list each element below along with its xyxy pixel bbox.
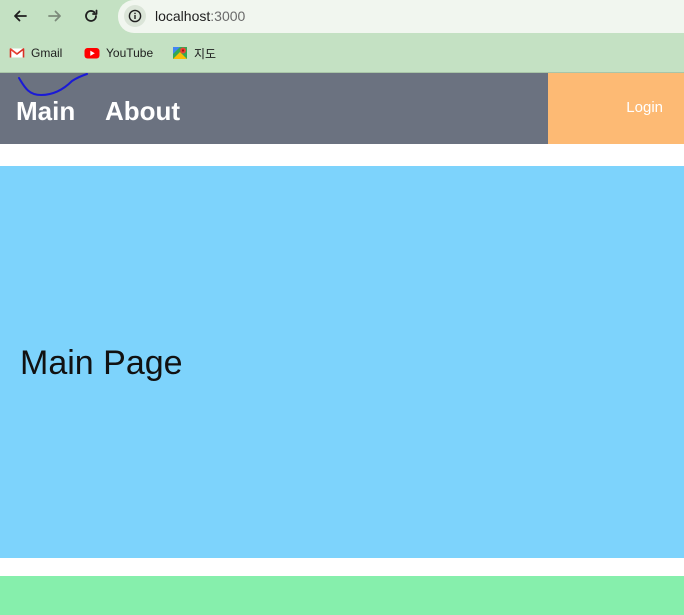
bookmark-label: Gmail <box>31 46 63 60</box>
bookmark-youtube[interactable]: YouTube <box>84 44 153 62</box>
reload-icon <box>85 9 98 22</box>
info-icon <box>128 9 142 23</box>
site-info-button[interactable] <box>124 5 146 27</box>
bookmark-label: YouTube <box>106 46 154 60</box>
gmail-icon <box>9 45 25 61</box>
url-host: localhost <box>155 8 211 24</box>
bookmark-gmail[interactable]: Gmail <box>9 44 62 62</box>
site-footer <box>0 576 684 615</box>
bookmark-maps[interactable]: 지도 <box>172 44 216 62</box>
nav-link-main[interactable]: Main <box>16 96 75 127</box>
nav-link-about[interactable]: About <box>105 96 180 127</box>
bookmark-label: 지도 <box>194 46 217 61</box>
site-header: Main About Login <box>0 73 684 144</box>
reload-button[interactable] <box>78 4 104 28</box>
login-label: Login <box>626 99 663 116</box>
forward-button[interactable] <box>42 4 68 28</box>
browser-toolbar: localhost:3000 <box>0 0 684 33</box>
url-port: :3000 <box>210 8 246 24</box>
arrow-left-icon <box>14 10 27 22</box>
main-page-title: Main Page <box>20 344 183 382</box>
page-content: Main About Login Main Page <box>0 73 684 615</box>
bookmarks-bar: Gmail YouTube 지도 <box>0 33 684 73</box>
url-text: localhost:3000 <box>155 8 245 24</box>
youtube-icon <box>84 45 100 61</box>
maps-icon <box>172 45 188 61</box>
address-bar[interactable]: localhost:3000 <box>118 0 684 33</box>
main-section: Main Page <box>0 166 684 558</box>
login-button[interactable]: Login <box>548 73 684 144</box>
back-button[interactable] <box>7 4 33 28</box>
arrow-right-icon <box>48 10 61 22</box>
